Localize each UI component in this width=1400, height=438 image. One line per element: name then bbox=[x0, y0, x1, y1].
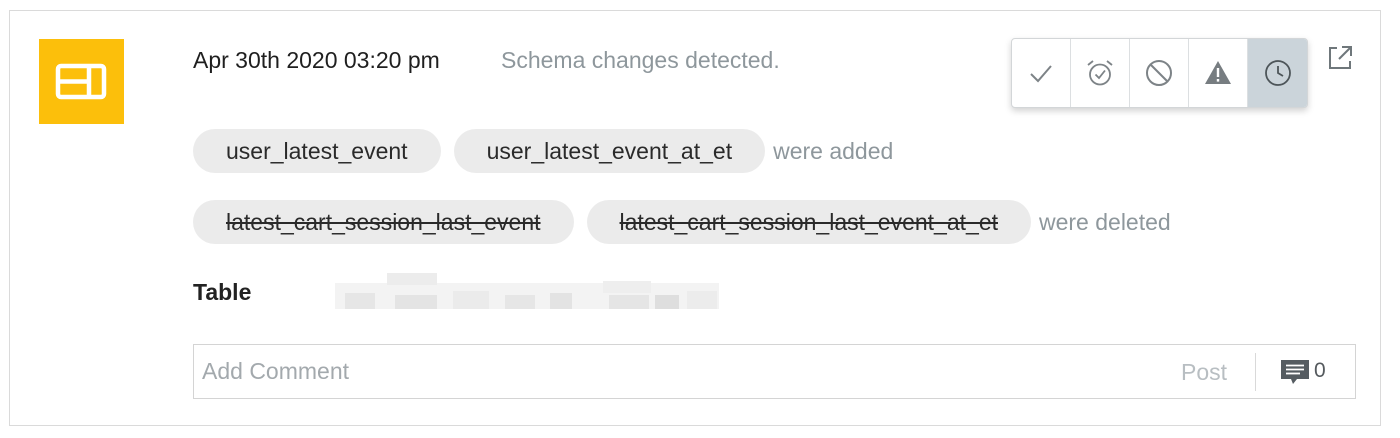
deleted-columns-row: latest_cart_session_last_event latest_ca… bbox=[193, 200, 1171, 244]
comment-input[interactable] bbox=[194, 345, 1154, 398]
check-icon bbox=[1030, 65, 1052, 83]
deleted-column-chip: latest_cart_session_last_event_at_et bbox=[586, 200, 1031, 244]
warning-icon bbox=[1205, 61, 1231, 84]
added-column-chip: user_latest_event_at_et bbox=[453, 129, 766, 173]
table-label: Table bbox=[193, 279, 252, 305]
event-title: Schema changes detected. bbox=[501, 47, 780, 73]
status-button-group bbox=[1011, 38, 1308, 108]
comment-divider bbox=[1255, 353, 1256, 391]
mute-button[interactable] bbox=[1130, 39, 1189, 107]
event-timestamp: Apr 30th 2020 03:20 pm bbox=[193, 47, 440, 73]
post-button[interactable]: Post bbox=[1181, 359, 1227, 386]
external-link-icon[interactable] bbox=[1325, 43, 1355, 73]
comment-box: Post 0 bbox=[193, 344, 1356, 399]
pending-button[interactable] bbox=[1248, 39, 1307, 107]
snooze-button[interactable] bbox=[1071, 39, 1130, 107]
deleted-column-chip: latest_cart_session_last_event bbox=[193, 200, 574, 244]
alert-card: Apr 30th 2020 03:20 pm Schema changes de… bbox=[9, 10, 1381, 426]
mark-issue-button[interactable] bbox=[1189, 39, 1248, 107]
added-columns-row: user_latest_event user_latest_event_at_e… bbox=[193, 129, 893, 173]
added-suffix-text: were added bbox=[773, 137, 894, 164]
block-icon bbox=[1146, 60, 1172, 86]
deleted-suffix-text: were deleted bbox=[1039, 208, 1171, 235]
comment-count: 0 bbox=[1314, 359, 1326, 382]
table-name-redacted bbox=[335, 269, 719, 309]
clock-icon bbox=[1264, 60, 1291, 86]
comment-icon[interactable] bbox=[1279, 358, 1311, 386]
acknowledge-button[interactable] bbox=[1012, 39, 1071, 107]
snooze-alarm-icon bbox=[1087, 60, 1113, 86]
added-column-chip: user_latest_event bbox=[193, 129, 441, 173]
table-icon bbox=[39, 39, 124, 124]
